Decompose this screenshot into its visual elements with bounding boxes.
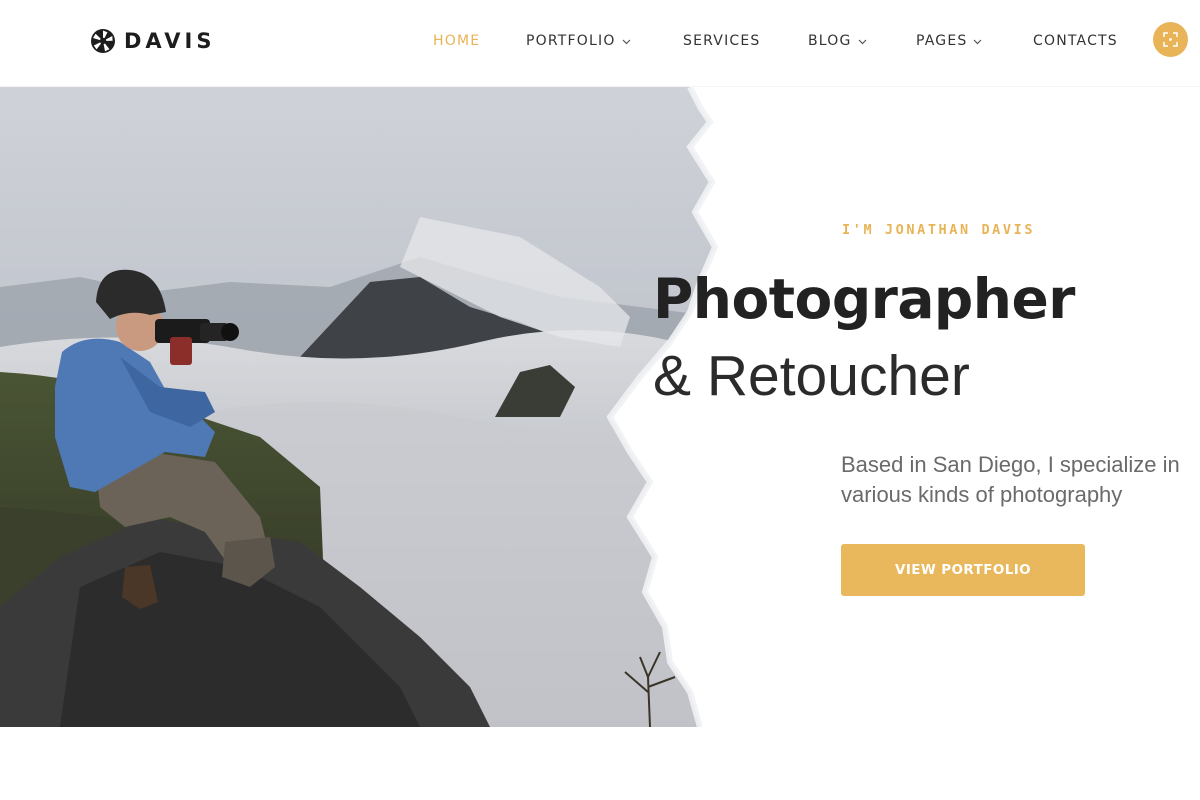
logo[interactable]: DAVIS (90, 28, 215, 54)
nav-item-contacts[interactable]: CONTACTS (1033, 32, 1118, 50)
hero-intro: Based in San Diego, I specialize in vari… (841, 452, 1180, 507)
photographer-illustration (0, 87, 719, 727)
nav-item-pages[interactable]: PAGES (916, 32, 982, 50)
chevron-down-icon (858, 39, 867, 44)
nav-item-services[interactable]: SERVICES (683, 32, 761, 50)
hero-eyebrow: I'M JONATHAN DAVIS (842, 222, 1036, 238)
site-header: DAVIS HOME PORTFOLIO SERVICES BLOG PAGES… (0, 0, 1200, 86)
nav-item-label: PAGES (916, 33, 968, 49)
chevron-down-icon (974, 39, 982, 44)
fullscreen-icon (1163, 32, 1178, 47)
aperture-icon (91, 29, 115, 53)
nav-item-label: CONTACTS (1033, 33, 1118, 49)
nav-item-portfolio[interactable]: PORTFOLIO (526, 32, 631, 50)
nav-item-blog[interactable]: BLOG (808, 32, 867, 50)
fullscreen-button[interactable] (1153, 22, 1188, 57)
chevron-down-icon (622, 39, 630, 44)
nav-item-label: HOME (433, 33, 481, 49)
nav-item-label: SERVICES (683, 33, 761, 49)
nav-item-label: PORTFOLIO (526, 33, 616, 49)
hero-headline-bold: Photographer (653, 267, 1075, 331)
nav-item-label: BLOG (808, 33, 852, 49)
view-portfolio-button[interactable]: VIEW PORTFOLIO (841, 544, 1085, 596)
hero-headline-light: & Retoucher (653, 344, 970, 408)
nav-item-home[interactable]: HOME (433, 32, 480, 50)
hero-image (0, 87, 720, 727)
brand-name: DAVIS (124, 29, 216, 53)
